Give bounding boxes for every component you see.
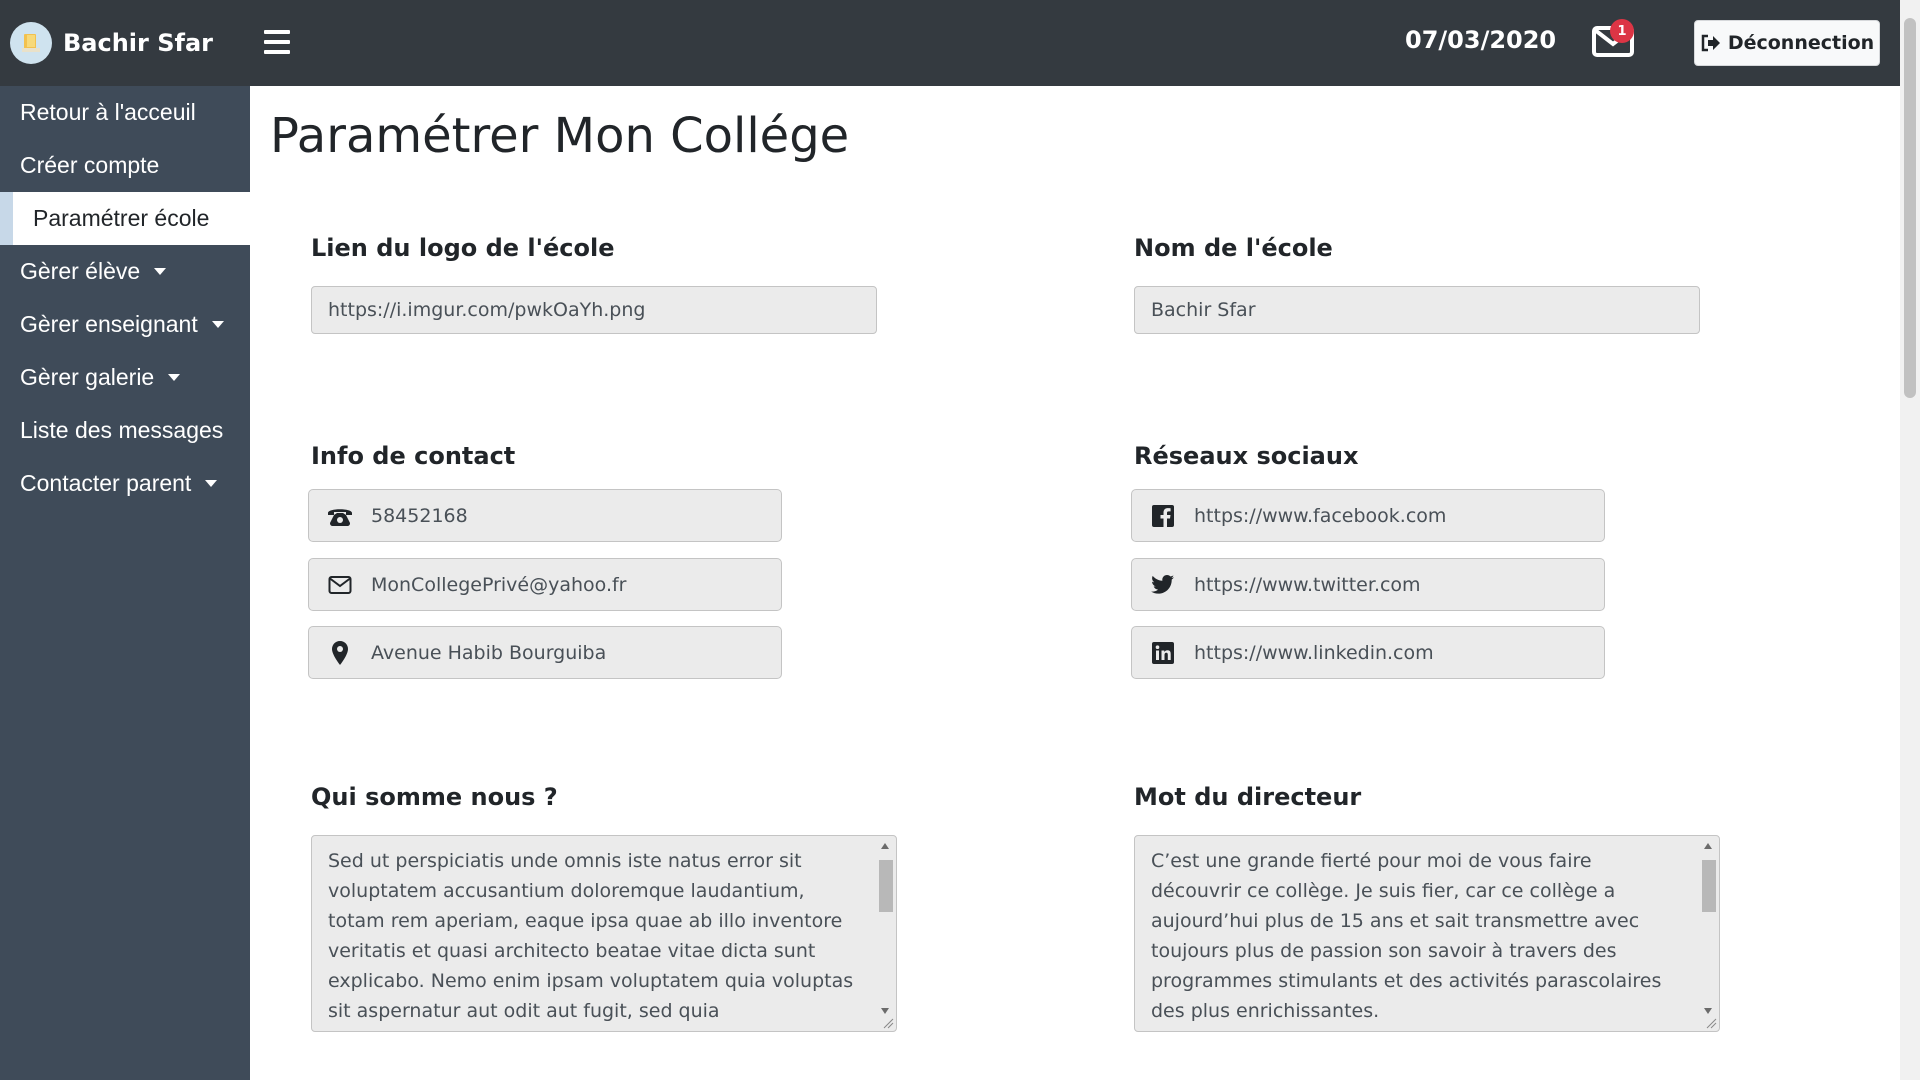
phone-icon bbox=[309, 504, 371, 528]
logo-link-value: https://i.imgur.com/pwkOaYh.png bbox=[328, 299, 646, 321]
linkedin-icon bbox=[1132, 641, 1194, 664]
top-navbar: Bachir Sfar 07/03/2020 1 Déconnection bbox=[0, 0, 1920, 86]
sidebar-item-messages[interactable]: Liste des messages bbox=[0, 404, 250, 457]
logo-link-label: Lien du logo de l'école bbox=[311, 234, 615, 262]
caret-down-icon bbox=[168, 374, 181, 381]
address-value: Avenue Habib Bourguiba bbox=[371, 641, 607, 664]
logout-button[interactable]: Déconnection bbox=[1694, 20, 1880, 66]
sidebar-item-contact-parent[interactable]: Contacter parent bbox=[0, 457, 250, 510]
scroll-down-icon[interactable] bbox=[881, 1008, 889, 1014]
scroll-up-icon[interactable] bbox=[1704, 843, 1712, 849]
scroll-thumb[interactable] bbox=[879, 860, 893, 912]
page-scrollbar[interactable] bbox=[1900, 0, 1920, 1080]
about-us-text: Sed ut perspiciatis unde omnis iste natu… bbox=[328, 850, 854, 1031]
sidebar-item-school-settings[interactable]: Paramétrer école bbox=[0, 192, 250, 245]
mail-count-badge: 1 bbox=[1610, 19, 1634, 43]
phone-value: 58452168 bbox=[371, 504, 468, 527]
sidebar-item-manage-students[interactable]: Gèrer élève bbox=[0, 245, 250, 298]
director-word-label: Mot du directeur bbox=[1134, 783, 1362, 811]
envelope-icon bbox=[309, 575, 371, 595]
logout-label: Déconnection bbox=[1727, 32, 1875, 54]
sidebar-item-manage-teachers[interactable]: Gèrer enseignant bbox=[0, 298, 250, 351]
sidebar-item-label: Retour à l'acceuil bbox=[20, 99, 196, 125]
twitter-input[interactable]: https://www.twitter.com bbox=[1131, 558, 1605, 611]
about-us-textarea[interactable]: Sed ut perspiciatis unde omnis iste natu… bbox=[311, 835, 897, 1032]
about-us-label: Qui somme nous ? bbox=[311, 783, 558, 811]
sidebar-item-label: Gèrer élève bbox=[20, 258, 141, 284]
sidebar: Retour à l'acceuil Créer compte Paramétr… bbox=[0, 86, 250, 1080]
director-word-text: C’est une grande fierté pour moi de vous… bbox=[1151, 850, 1675, 1031]
current-date: 07/03/2020 bbox=[1405, 26, 1557, 54]
sidebar-item-label: Paramétrer école bbox=[33, 205, 210, 231]
linkedin-value: https://www.linkedin.com bbox=[1194, 641, 1434, 664]
contact-info-label: Info de contact bbox=[311, 442, 516, 470]
social-networks-label: Réseaux sociaux bbox=[1134, 442, 1359, 470]
caret-down-icon bbox=[205, 480, 218, 487]
sidebar-item-label: Gèrer enseignant bbox=[20, 311, 198, 337]
facebook-input[interactable]: https://www.facebook.com bbox=[1131, 489, 1605, 542]
logo-link-input[interactable]: https://i.imgur.com/pwkOaYh.png bbox=[311, 286, 877, 334]
sidebar-item-label: Gèrer galerie bbox=[20, 364, 155, 390]
facebook-value: https://www.facebook.com bbox=[1194, 504, 1447, 527]
page-scroll-thumb[interactable] bbox=[1904, 18, 1916, 398]
brand[interactable]: Bachir Sfar bbox=[10, 22, 213, 64]
resize-grip-icon[interactable] bbox=[1705, 1017, 1717, 1029]
scroll-down-icon[interactable] bbox=[1704, 1008, 1712, 1014]
school-name-input[interactable]: Bachir Sfar bbox=[1134, 286, 1700, 334]
textarea-scrollbar[interactable] bbox=[1699, 840, 1717, 1026]
twitter-value: https://www.twitter.com bbox=[1194, 573, 1421, 596]
caret-down-icon bbox=[154, 268, 167, 275]
sidebar-item-label: Contacter parent bbox=[20, 470, 192, 496]
facebook-icon bbox=[1132, 504, 1194, 527]
scroll-up-icon[interactable] bbox=[881, 843, 889, 849]
caret-down-icon bbox=[211, 321, 224, 328]
address-input[interactable]: Avenue Habib Bourguiba bbox=[308, 626, 782, 679]
page-title: Paramétrer Mon Collége bbox=[270, 108, 850, 164]
email-value: MonCollegePrivé@yahoo.fr bbox=[371, 573, 627, 596]
brand-name: Bachir Sfar bbox=[63, 29, 213, 57]
sidebar-item-create-account[interactable]: Créer compte bbox=[0, 139, 250, 192]
phone-input[interactable]: 58452168 bbox=[308, 489, 782, 542]
sidebar-item-label: Liste des messages bbox=[20, 417, 224, 443]
email-input[interactable]: MonCollegePrivé@yahoo.fr bbox=[308, 558, 782, 611]
school-name-label: Nom de l'école bbox=[1134, 234, 1333, 262]
sidebar-item-label: Créer compte bbox=[20, 152, 160, 178]
resize-grip-icon[interactable] bbox=[882, 1017, 894, 1029]
scroll-thumb[interactable] bbox=[1702, 860, 1716, 912]
linkedin-input[interactable]: https://www.linkedin.com bbox=[1131, 626, 1605, 679]
sidebar-item-manage-gallery[interactable]: Gèrer galerie bbox=[0, 351, 250, 404]
brand-logo bbox=[10, 22, 52, 64]
sign-out-icon bbox=[1701, 34, 1720, 52]
sidebar-item-home[interactable]: Retour à l'acceuil bbox=[0, 86, 250, 139]
school-name-value: Bachir Sfar bbox=[1151, 299, 1256, 321]
map-marker-icon bbox=[309, 640, 371, 666]
twitter-icon bbox=[1132, 574, 1194, 595]
director-word-textarea[interactable]: C’est une grande fierté pour moi de vous… bbox=[1134, 835, 1720, 1032]
hamburger-icon[interactable] bbox=[264, 30, 290, 54]
textarea-scrollbar[interactable] bbox=[876, 840, 894, 1026]
